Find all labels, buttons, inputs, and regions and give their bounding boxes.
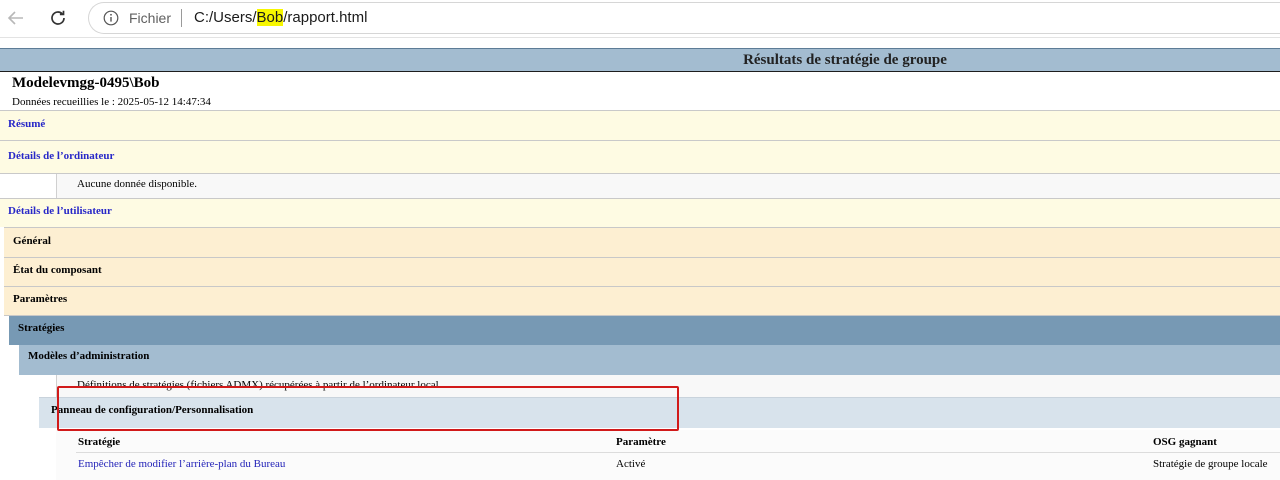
section-general-label[interactable]: Général <box>13 235 51 247</box>
section-strategies-label[interactable]: Stratégies <box>18 322 64 334</box>
url-prefix: C:/Users/ <box>194 9 257 26</box>
section-component-state[interactable]: État du composant <box>4 257 1280 286</box>
section-admin-templates[interactable]: Modèles d’administration <box>19 345 1280 375</box>
section-parameters[interactable]: Paramètres <box>4 286 1280 316</box>
section-component-state-label[interactable]: État du composant <box>13 264 102 276</box>
section-computer-details[interactable]: Détails de l’ordinateur <box>0 140 1280 174</box>
no-data-note: Aucune donnée disponible. <box>56 174 1280 198</box>
report-title: Résultats de stratégie de groupe <box>743 52 947 68</box>
policy-table: Stratégie Paramètre OSG gagnant Empêcher… <box>56 430 1280 480</box>
collected-date: Données recueillies le : 2025-05-12 14:4… <box>12 96 211 108</box>
column-header-policy: Stratégie <box>78 436 121 448</box>
section-computer-details-label[interactable]: Détails de l’ordinateur <box>8 150 114 162</box>
arrow-left-icon <box>7 11 23 25</box>
admx-note-text: Définitions de stratégies (fichiers ADMX… <box>77 379 442 391</box>
info-icon[interactable] <box>103 10 119 26</box>
section-general[interactable]: Général <box>4 227 1280 257</box>
section-parameters-label[interactable]: Paramètres <box>13 293 67 305</box>
reload-button[interactable] <box>44 5 72 31</box>
scheme-label: Fichier <box>129 10 172 26</box>
url-text[interactable]: C:/Users/Bob/rapport.html <box>194 9 367 26</box>
section-resume-label[interactable]: Résumé <box>8 118 45 130</box>
section-strategies[interactable]: Stratégies <box>9 316 1280 345</box>
address-bar[interactable]: Fichier C:/Users/Bob/rapport.html <box>88 2 1280 34</box>
section-admin-templates-label[interactable]: Modèles d’administration <box>28 350 149 362</box>
table-header-divider <box>76 452 1280 453</box>
policy-link[interactable]: Empêcher de modifier l’arrière-plan du B… <box>78 458 285 470</box>
address-separator <box>181 9 182 27</box>
browser-toolbar: Fichier C:/Users/Bob/rapport.html <box>0 0 1280 38</box>
policy-winning-gpo-value: Stratégie de groupe locale <box>1153 458 1268 470</box>
section-control-panel[interactable]: Panneau de configuration/Personnalisatio… <box>39 397 1280 428</box>
no-data-text: Aucune donnée disponible. <box>77 178 198 190</box>
column-header-setting: Paramètre <box>616 436 666 448</box>
url-suffix: /rapport.html <box>283 9 368 26</box>
reload-icon <box>51 10 65 25</box>
back-button[interactable] <box>2 5 30 31</box>
url-highlight: Bob <box>256 9 284 26</box>
section-resume[interactable]: Résumé <box>0 110 1280 140</box>
section-user-details-label[interactable]: Détails de l’utilisateur <box>8 205 112 217</box>
admx-note: Définitions de stratégies (fichiers ADMX… <box>56 375 1280 397</box>
report-title-bar: Résultats de stratégie de groupe <box>0 48 1280 72</box>
policy-setting-value: Activé <box>616 458 646 470</box>
section-control-panel-label[interactable]: Panneau de configuration/Personnalisatio… <box>51 404 253 416</box>
host-name: Modelevmgg-0495\Bob <box>12 75 160 91</box>
column-header-winning-gpo: OSG gagnant <box>1153 436 1217 448</box>
gpo-report: Résultats de stratégie de groupe Modelev… <box>0 46 1280 480</box>
section-user-details[interactable]: Détails de l’utilisateur <box>0 198 1280 227</box>
